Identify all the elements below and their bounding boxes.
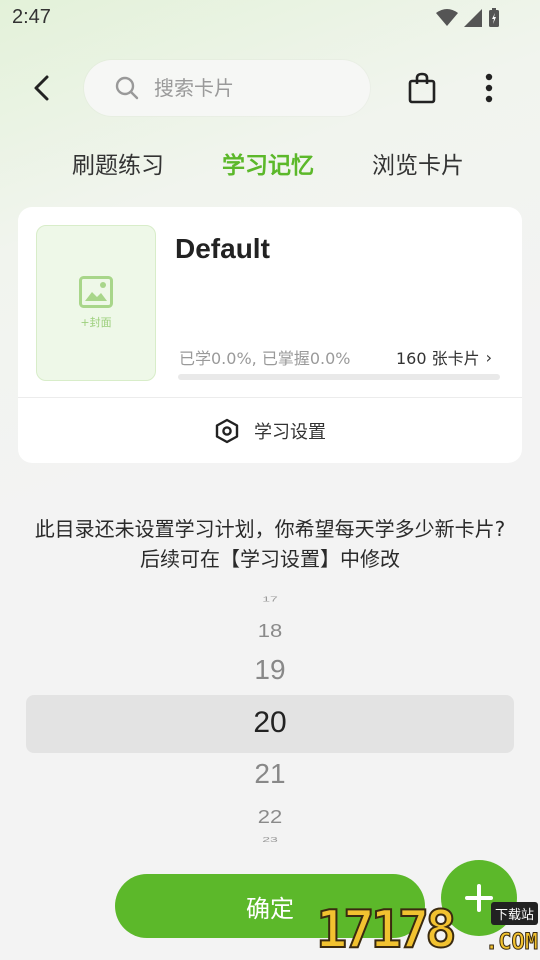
back-button[interactable] [22,68,62,108]
picker-option[interactable]: 17 [0,596,540,603]
study-settings-button[interactable]: 学习设置 [18,398,522,463]
shop-button[interactable] [402,68,442,108]
deck-progress-bar [178,374,500,380]
tab-study-memory[interactable]: 学习记忆 [222,146,314,180]
battery-icon [489,8,499,27]
more-vertical-icon [485,73,493,103]
picker-option-selected[interactable]: 20 [0,706,540,740]
back-arrow-icon [34,75,49,101]
status-time: 2:47 [12,6,51,28]
search-icon [115,76,139,100]
tab-practice[interactable]: 刷题练习 [72,146,164,180]
wifi-icon [436,9,458,26]
deck-card-count-link[interactable]: 160 张卡片 › [396,345,492,369]
study-plan-prompt: 此目录还未设置学习计划，你希望每天学多少新卡片? 后续可在【学习设置】中修改 [0,514,540,574]
deck-title: Default [175,233,270,264]
image-icon [79,276,113,308]
search-input[interactable] [154,76,344,100]
site-watermark: 17178 下载站 .COM [315,898,540,960]
watermark-suffix: .COM [485,930,539,956]
daily-new-cards-picker[interactable]: 17 18 19 20 21 22 23 [0,596,540,850]
picker-option[interactable]: 19 [0,654,540,686]
study-settings-label: 学习设置 [254,421,326,443]
picker-option[interactable]: 18 [0,620,540,642]
prompt-line-2: 后续可在【学习设置】中修改 [140,547,400,571]
chevron-right-icon: › [485,347,492,367]
status-bar: 2:47 [0,0,540,36]
deck-card: +封面 Default 已学0.0%, 已掌握0.0% 160 张卡片 › 学习… [18,207,522,463]
deck-cover[interactable]: +封面 [36,225,156,381]
hexagon-gear-icon [215,418,239,443]
prompt-line-1: 此目录还未设置学习计划，你希望每天学多少新卡片? [34,517,506,541]
cover-label: +封面 [80,316,112,329]
search-bar[interactable] [84,60,370,116]
watermark-digits: 17178 [315,899,458,960]
tab-browse-cards[interactable]: 浏览卡片 [372,146,464,180]
picker-option[interactable]: 22 [0,806,540,828]
deck-card-count: 160 张卡片 [395,349,480,368]
picker-option[interactable]: 23 [0,836,540,843]
signal-icon [464,9,482,27]
deck-progress-text: 已学0.0%, 已掌握0.0% [179,349,351,368]
picker-option[interactable]: 21 [0,758,540,790]
shopping-bag-icon [408,72,436,104]
watermark-tag: 下载站 [490,902,538,925]
mode-tabs: 刷题练习 学习记忆 浏览卡片 [0,140,540,186]
top-bar [0,58,540,116]
more-options-button[interactable] [470,68,508,108]
status-icons [436,8,500,28]
